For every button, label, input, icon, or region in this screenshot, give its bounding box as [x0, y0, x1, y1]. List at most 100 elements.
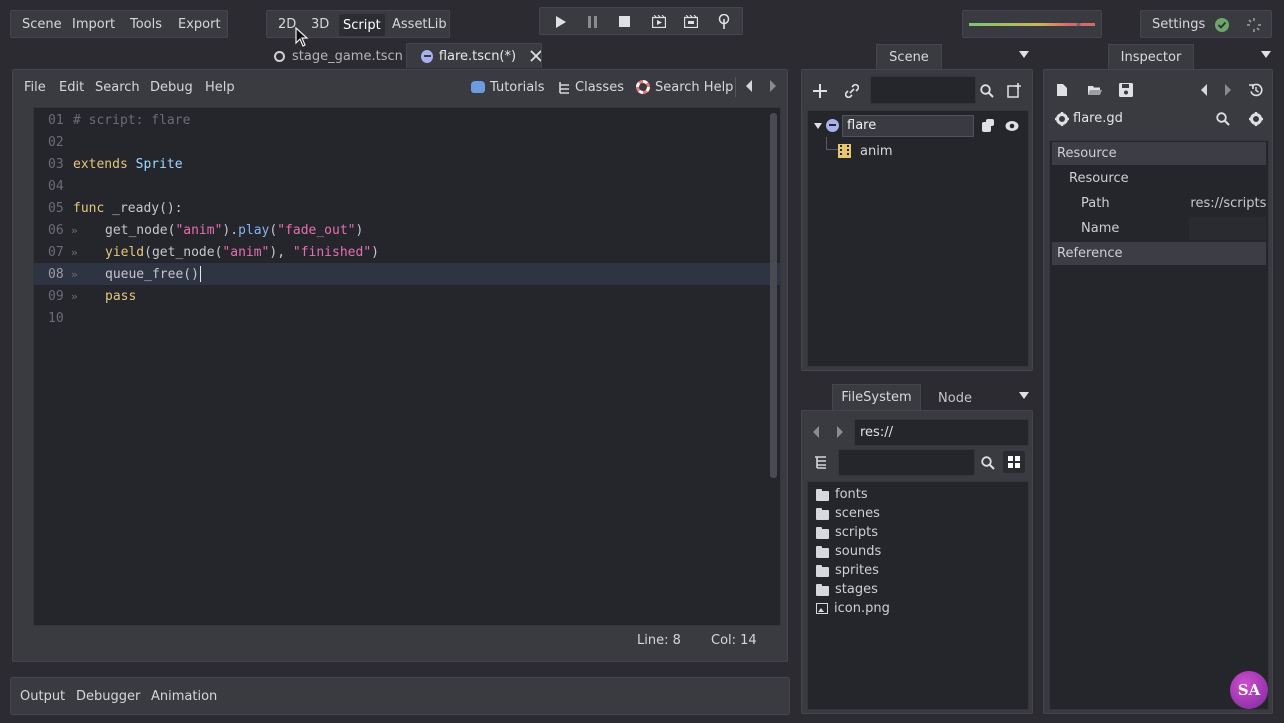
bottom-tab-animation[interactable]: Animation: [151, 678, 217, 714]
inspector-tab[interactable]: Inspector: [1108, 44, 1194, 69]
bottom-tab-output[interactable]: Output: [20, 678, 65, 714]
scene-node-flare[interactable]: flare: [812, 115, 1022, 137]
tab-indent-marker: »: [71, 289, 78, 303]
workspace-script[interactable]: Script: [339, 14, 385, 36]
scene-tab-label: stage_game.tscn: [292, 48, 403, 64]
dock-menu-icon[interactable]: [1019, 51, 1029, 58]
open-folder-icon[interactable]: [1087, 84, 1103, 96]
collapse-arrow-icon[interactable]: [814, 123, 822, 129]
new-resource-icon[interactable]: [1056, 83, 1068, 97]
folder-item[interactable]: sprites: [816, 561, 879, 580]
tutorials-button[interactable]: Tutorials: [471, 79, 545, 95]
menu-scene[interactable]: Scene: [22, 11, 62, 37]
property-path[interactable]: Path res://scripts/: [1052, 192, 1266, 215]
subsection-resource[interactable]: Resource: [1052, 167, 1266, 190]
tab-indent-marker: »: [71, 267, 78, 281]
add-script-icon[interactable]: [1007, 83, 1022, 98]
property-value[interactable]: res://scripts/: [1190, 196, 1266, 211]
line-number: 01: [48, 112, 64, 128]
code-line[interactable]: 07 » yield(get_node("anim"), "finished"): [34, 241, 780, 263]
search-icon[interactable]: [1216, 112, 1230, 126]
visibility-eye-icon[interactable]: [1005, 120, 1019, 132]
scene-node-anim[interactable]: anim: [838, 140, 892, 162]
line-number: 10: [48, 310, 64, 326]
path-field[interactable]: res://: [854, 419, 1029, 446]
folder-item[interactable]: fonts: [816, 485, 868, 504]
remote-debug-icon[interactable]: [718, 14, 730, 29]
folder-item[interactable]: sounds: [816, 542, 881, 561]
workspace-3d[interactable]: 3D: [311, 11, 329, 37]
workspace-assetlib[interactable]: AssetLib: [392, 11, 447, 37]
dock-menu-icon[interactable]: [1019, 392, 1029, 399]
split-view-icon[interactable]: [814, 456, 827, 469]
menu-import[interactable]: Import: [72, 11, 115, 37]
close-tab-icon[interactable]: [530, 50, 541, 62]
add-node-icon[interactable]: [813, 84, 827, 98]
path-value: res://: [860, 425, 893, 440]
bottom-tab-debugger[interactable]: Debugger: [76, 678, 140, 714]
menu-export[interactable]: Export: [178, 11, 221, 37]
workspace-2d[interactable]: 2D: [278, 11, 296, 37]
script-menu-search[interactable]: Search: [95, 70, 140, 104]
circle-icon: [274, 50, 285, 62]
code-line[interactable]: 03 extends Sprite: [34, 153, 780, 175]
filesystem-tab[interactable]: FileSystem: [832, 384, 921, 410]
line-number: 09: [48, 288, 64, 304]
stop-icon[interactable]: [619, 16, 630, 27]
play-custom-scene-icon[interactable]: [684, 15, 698, 28]
scene-dock-tab[interactable]: Scene: [876, 44, 942, 69]
folder-item[interactable]: scenes: [816, 504, 880, 523]
node-tab[interactable]: Node: [924, 386, 986, 410]
history-back-icon[interactable]: [745, 80, 753, 92]
code-line[interactable]: 02: [34, 131, 780, 153]
code-line[interactable]: 09 » pass: [34, 285, 780, 307]
vertical-scrollbar[interactable]: [770, 113, 777, 478]
line-number: 06: [48, 222, 64, 238]
dock-menu-icon[interactable]: [1261, 51, 1271, 58]
property-value[interactable]: [1189, 217, 1266, 240]
instance-link-icon[interactable]: [845, 84, 859, 98]
script-menu-debug[interactable]: Debug: [150, 70, 193, 104]
menu-tools[interactable]: Tools: [130, 11, 162, 37]
object-history-icon[interactable]: [1249, 83, 1263, 97]
forward-arrow-icon[interactable]: [836, 426, 844, 438]
code-line[interactable]: 01 # script: flare: [34, 109, 780, 131]
search-help-button[interactable]: Search Help: [636, 79, 733, 95]
script-menu-edit[interactable]: Edit: [59, 70, 84, 104]
script-menu-help[interactable]: Help: [205, 70, 235, 104]
play-scene-icon[interactable]: [652, 15, 666, 28]
line-number: 08: [48, 266, 64, 282]
code-line[interactable]: 04: [34, 175, 780, 197]
script-menu-file[interactable]: File: [24, 70, 46, 104]
save-icon[interactable]: [1119, 83, 1133, 97]
history-back-icon[interactable]: [1200, 84, 1208, 96]
property-name[interactable]: Name: [1052, 217, 1266, 240]
folder-item[interactable]: stages: [816, 580, 878, 599]
performance-bar: [969, 23, 1095, 26]
section-resource[interactable]: Resource: [1052, 142, 1266, 165]
code-line[interactable]: 10: [34, 307, 780, 329]
classes-label: Classes: [575, 79, 624, 95]
folder-icon: [816, 488, 829, 501]
script-attached-icon[interactable]: [981, 119, 995, 133]
pause-icon[interactable]: [587, 16, 598, 28]
history-forward-icon[interactable]: [769, 80, 777, 92]
classes-button[interactable]: Classes: [558, 79, 624, 95]
play-icon[interactable]: [555, 16, 566, 28]
folder-item[interactable]: scripts: [816, 523, 878, 542]
history-forward-icon[interactable]: [1224, 84, 1232, 96]
scene-tab-flare[interactable]: flare.tscn(*): [406, 43, 542, 68]
file-item[interactable]: icon.png: [816, 599, 890, 618]
scene-filter-input[interactable]: [870, 76, 976, 104]
code-line[interactable]: 06 » get_node("anim").play("fade_out"): [34, 219, 780, 241]
code-editor[interactable]: 01 # script: flare 02 03 extends Sprite 04 05 f…: [33, 107, 781, 626]
code-line[interactable]: 05 func _ready():: [34, 197, 780, 219]
file-filter-input[interactable]: [838, 449, 975, 476]
section-reference[interactable]: Reference: [1052, 242, 1266, 265]
settings-button[interactable]: Settings: [1152, 11, 1205, 37]
scene-tab-stage-game[interactable]: stage_game.tscn: [262, 44, 404, 68]
settings-gear-icon[interactable]: [1249, 112, 1263, 126]
code-line[interactable]: 08 » queue_free(): [34, 263, 780, 285]
back-arrow-icon[interactable]: [812, 426, 820, 438]
grid-view-button[interactable]: [1003, 451, 1025, 473]
